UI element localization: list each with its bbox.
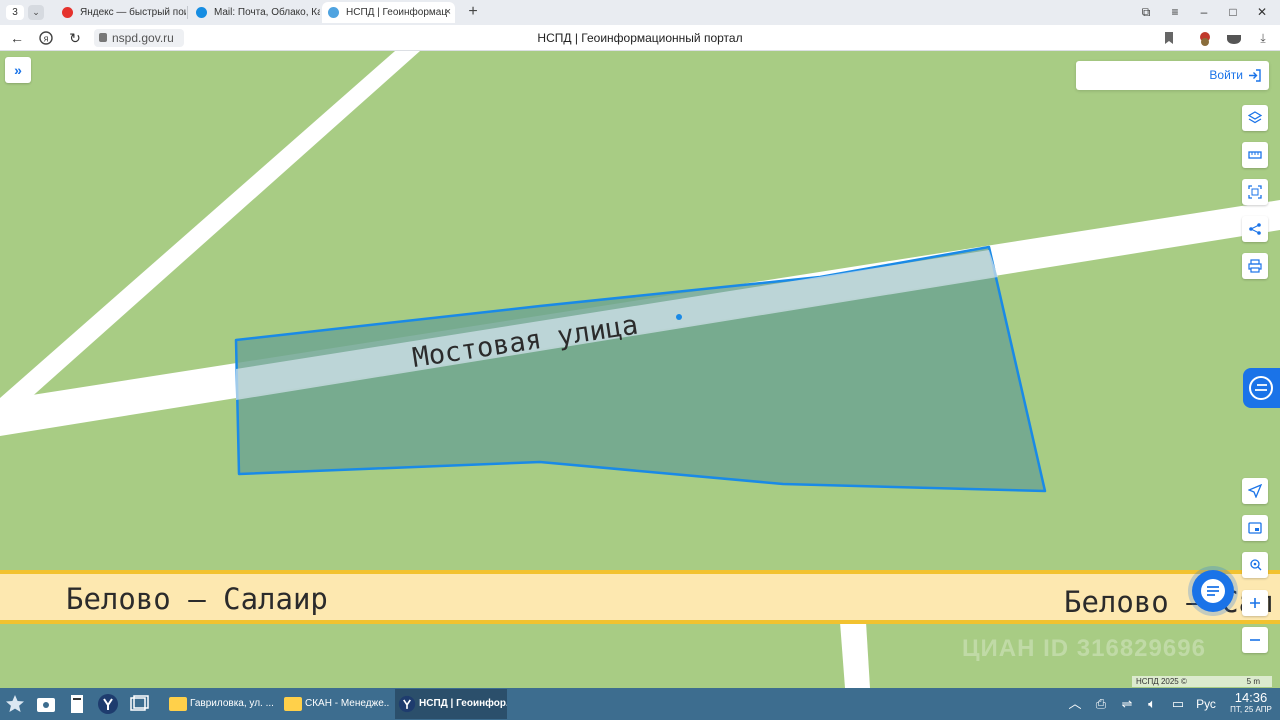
file-manager-icon[interactable] xyxy=(35,693,57,715)
yandex-browser-icon xyxy=(398,695,416,713)
tabs-overview-icon[interactable]: ⧉ xyxy=(1136,2,1156,22)
printer-tray-icon[interactable]: ⎙ xyxy=(1091,694,1111,714)
tab-list-chevron-icon[interactable]: ⌄ xyxy=(28,5,44,20)
monitor-icon[interactable]: ▭ xyxy=(1168,694,1188,714)
close-window-icon[interactable]: ✕ xyxy=(1252,2,1272,22)
minimize-icon[interactable]: – xyxy=(1194,2,1214,22)
tab-label: Mail: Почта, Облако, Кал xyxy=(214,7,320,18)
parcel-point-marker xyxy=(676,314,682,320)
taskbar-task-folder-gavrilovka[interactable]: Гавриловка, ул. ... xyxy=(166,689,274,719)
new-tab-button[interactable]: + xyxy=(464,2,482,22)
extension-icon[interactable] xyxy=(1196,29,1214,47)
zoom-in-button[interactable] xyxy=(1242,590,1268,616)
folder-icon xyxy=(169,697,187,711)
watermark: ЦИАН ID 316829696 xyxy=(962,635,1206,662)
geo-search-icon xyxy=(1250,559,1262,571)
ruler-icon xyxy=(1248,151,1262,159)
share-button[interactable] xyxy=(1242,216,1268,242)
task-label: Гавриловка, ул. ... xyxy=(190,698,274,709)
map-copyright: НСПД 2025 © 5 m xyxy=(1132,676,1272,687)
road-minor xyxy=(840,622,870,688)
expand-panel-button[interactable]: » xyxy=(5,57,31,83)
login-button[interactable]: Войти xyxy=(1076,61,1269,90)
locate-icon xyxy=(1248,484,1262,498)
print-button[interactable] xyxy=(1242,253,1268,279)
login-arrow-icon xyxy=(1249,69,1261,82)
back-arrow-icon[interactable]: ← xyxy=(8,29,26,47)
layers-button[interactable] xyxy=(1242,105,1268,131)
tab-counter[interactable]: 3 xyxy=(6,5,24,20)
map-canvas[interactable]: Мостовая улица Белово — Салаир Белово — … xyxy=(0,51,1280,688)
page-title: НСПД | Геоинформационный портал xyxy=(537,31,743,45)
road-label-left: Белово — Салаир xyxy=(66,582,328,616)
geo-search-button[interactable] xyxy=(1242,552,1268,578)
documents-icon[interactable] xyxy=(66,693,88,715)
task-label: НСПД | Геоинфор... xyxy=(419,698,507,709)
reload-icon[interactable]: ↻ xyxy=(66,29,84,47)
nspd-icon xyxy=(328,7,339,18)
minimap-button[interactable] xyxy=(1242,515,1268,541)
select-area-icon xyxy=(1248,185,1262,199)
taskbar-task-browser[interactable]: НСПД | Геоинфор... xyxy=(395,689,507,719)
volume-icon[interactable]: 🔈︎ xyxy=(1142,694,1162,714)
taskbar-task-scan-manager[interactable]: СКАН - Менедже... xyxy=(281,689,389,719)
maximize-icon[interactable]: □ xyxy=(1223,2,1243,22)
tray-chevron-up-icon[interactable]: ︿ xyxy=(1065,694,1085,714)
task-label: СКАН - Менедже... xyxy=(305,698,389,709)
yandex-home-icon[interactable]: я xyxy=(37,29,55,47)
services-side-tab[interactable] xyxy=(1243,368,1280,408)
print-icon xyxy=(1248,259,1262,273)
bookmark-icon[interactable] xyxy=(1160,29,1178,47)
zoom-out-icon xyxy=(1250,639,1260,641)
select-area-button[interactable] xyxy=(1242,179,1268,205)
locate-button[interactable] xyxy=(1242,478,1268,504)
network-tray-icon[interactable]: ⇌ xyxy=(1117,694,1137,714)
svg-text:я: я xyxy=(44,34,49,44)
zoom-out-button[interactable] xyxy=(1242,627,1268,653)
mail-icon xyxy=(196,7,207,18)
clock-time: 14:36 xyxy=(1234,690,1268,705)
lock-icon xyxy=(99,33,107,42)
tab-nspd[interactable]: НСПД | Геоинформац × xyxy=(322,2,455,23)
yandex-browser-icon[interactable] xyxy=(97,693,119,715)
url-field[interactable]: nspd.gov.ru xyxy=(94,29,184,47)
os-taskbar: Гавриловка, ул. ... СКАН - Менедже... НС… xyxy=(0,688,1280,720)
clock-date: ПТ, 25 АПР xyxy=(1230,705,1272,714)
login-label: Войти xyxy=(1209,68,1243,82)
clock[interactable]: 14:36 ПТ, 25 АПР xyxy=(1226,690,1276,715)
minimap-icon xyxy=(1248,522,1262,534)
map-layer: Мостовая улица Белово — Салаир Белово — … xyxy=(0,51,1280,688)
tab-yandex[interactable]: Яндекс — быстрый поис xyxy=(56,2,186,23)
folder-icon xyxy=(284,697,302,711)
highway-border-top xyxy=(0,570,1280,574)
tab-divider xyxy=(187,6,188,19)
language-indicator[interactable]: Рус xyxy=(1194,694,1218,714)
copyright-text: НСПД 2025 © xyxy=(1136,677,1187,686)
feedback-icon xyxy=(1249,376,1273,400)
chat-icon xyxy=(1201,579,1225,603)
tab-label: Яндекс — быстрый поис xyxy=(80,7,186,18)
download-icon[interactable]: ⤓ xyxy=(1254,29,1272,47)
close-tab-icon[interactable]: × xyxy=(445,2,451,23)
tab-label: НСПД | Геоинформац xyxy=(346,7,448,18)
zoom-in-icon xyxy=(1250,598,1260,608)
scale-bar-label: 5 m xyxy=(1246,677,1260,686)
tab-mail[interactable]: Mail: Почта, Облако, Кал xyxy=(190,2,320,23)
chat-button[interactable] xyxy=(1192,570,1234,612)
share-icon xyxy=(1249,223,1261,235)
address-bar: ← я ↻ nspd.gov.ru НСПД | Геоинформационн… xyxy=(0,25,1280,51)
start-menu-star-icon[interactable] xyxy=(4,693,26,715)
highway-border-bottom xyxy=(0,620,1280,624)
windows-overview-icon[interactable] xyxy=(128,693,150,715)
protect-icon[interactable] xyxy=(1225,29,1243,47)
ruler-button[interactable] xyxy=(1242,142,1268,168)
yandex-icon xyxy=(62,7,73,18)
layers-icon xyxy=(1248,111,1262,124)
browser-tab-bar: 3 ⌄ Яндекс — быстрый поис Mail: Почта, О… xyxy=(0,0,1280,25)
url-text: nspd.gov.ru xyxy=(112,31,174,45)
menu-icon[interactable]: ≡ xyxy=(1165,2,1185,22)
